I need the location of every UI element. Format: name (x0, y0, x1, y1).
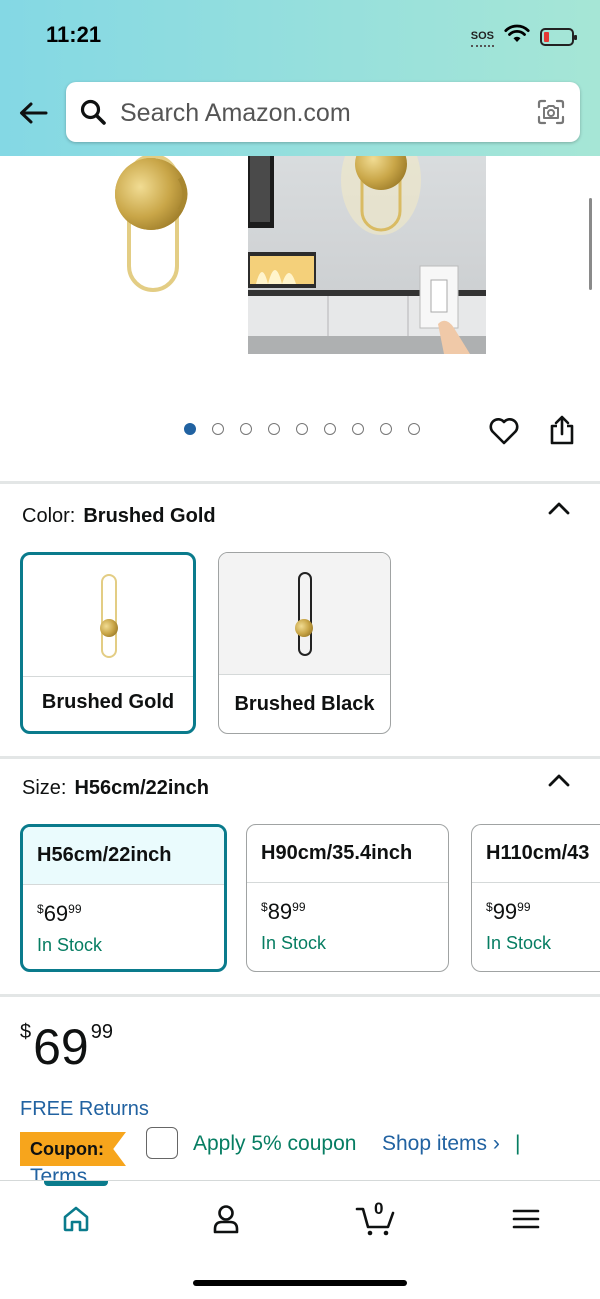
coupon-checkbox[interactable] (146, 1127, 178, 1159)
divider (0, 481, 600, 484)
size-option-stock: In Stock (486, 933, 552, 953)
free-returns-link[interactable]: FREE Returns (20, 1098, 149, 1121)
pagination-dot[interactable] (352, 423, 364, 435)
product-image-sconce (115, 154, 188, 292)
header: 11:21 SOS Search Amazon.com (0, 0, 600, 156)
size-option-h56[interactable]: H56cm/22inch $6999 In Stock (20, 824, 227, 972)
menu-icon (512, 1209, 540, 1229)
product-price: $69 99 (20, 1019, 113, 1075)
size-option-price: $9999 (486, 899, 531, 924)
size-option-price: $8999 (261, 899, 306, 924)
search-placeholder: Search Amazon.com (120, 99, 351, 127)
pagination-dot[interactable] (268, 423, 280, 435)
battery-icon (540, 27, 577, 46)
apply-coupon-label[interactable]: Apply 5% coupon (193, 1132, 356, 1156)
back-button[interactable] (16, 96, 50, 130)
color-collapse-chevron-up-icon[interactable] (548, 500, 570, 521)
size-option-h90[interactable]: H90cm/35.4inch $8999 In Stock (246, 824, 449, 972)
color-label-text: Color: (22, 505, 76, 527)
home-indicator (193, 1280, 407, 1286)
pagination-dot[interactable] (380, 423, 392, 435)
search-icon (80, 99, 106, 130)
nav-account[interactable] (206, 1199, 246, 1239)
size-option-h110[interactable]: H110cm/43 $9999 In Stock (471, 824, 600, 972)
pagination-dot[interactable] (184, 423, 196, 435)
status-icons: SOS (470, 24, 577, 49)
size-option-stock: In Stock (261, 933, 327, 953)
size-collapse-chevron-up-icon[interactable] (548, 772, 570, 793)
product-image-room-scene (248, 125, 486, 354)
nav-cart[interactable]: 0 (354, 1199, 398, 1239)
cart-count: 0 (374, 1199, 384, 1218)
nav-home[interactable] (56, 1199, 96, 1239)
pagination-dot[interactable] (296, 423, 308, 435)
size-option-price: $6999 (37, 901, 82, 926)
divider (0, 994, 600, 997)
size-label-text: Size: (22, 777, 67, 799)
account-icon (213, 1205, 239, 1234)
size-option-name: H56cm/22inch (23, 827, 224, 885)
search-input[interactable]: Search Amazon.com (66, 82, 580, 142)
nav-menu[interactable] (506, 1199, 546, 1239)
wifi-icon (504, 24, 530, 49)
divider (0, 756, 600, 759)
back-arrow-icon (20, 102, 48, 124)
image-pagination[interactable] (184, 423, 420, 435)
wishlist-heart-icon[interactable] (488, 416, 520, 451)
pagination-dot[interactable] (212, 423, 224, 435)
active-tab-indicator (44, 1181, 108, 1186)
shop-items-link[interactable]: Shop items › (382, 1132, 500, 1156)
size-selector-label: Size: H56cm/22inch (22, 777, 209, 800)
size-selected-value: H56cm/22inch (74, 777, 209, 799)
pagination-dot[interactable] (324, 423, 336, 435)
separator: | (515, 1132, 521, 1155)
pagination-dot[interactable] (408, 423, 420, 435)
color-option-brushed-black[interactable]: Brushed Black (218, 552, 391, 734)
scrollbar[interactable] (589, 198, 592, 290)
home-icon (63, 1206, 89, 1232)
color-selected-value: Brushed Gold (83, 505, 216, 527)
size-option-name: H90cm/35.4inch (247, 825, 448, 883)
coupon-tag: Coupon: (20, 1132, 126, 1166)
color-option-brushed-gold[interactable]: Brushed Gold (20, 552, 196, 734)
color-selector-label: Color: Brushed Gold (22, 505, 216, 528)
color-option-label: Brushed Gold (41, 690, 175, 713)
camera-search-icon[interactable] (536, 98, 566, 131)
size-option-stock: In Stock (37, 935, 103, 955)
share-icon[interactable] (548, 414, 576, 451)
brushed-black-thumbnail (219, 553, 390, 675)
pagination-dot[interactable] (240, 423, 252, 435)
brushed-gold-thumbnail (23, 555, 193, 677)
color-option-label: Brushed Black (234, 692, 375, 715)
status-time: 11:21 (46, 22, 102, 47)
sos-indicator: SOS (470, 30, 495, 47)
size-option-name: H110cm/43 (472, 825, 600, 883)
